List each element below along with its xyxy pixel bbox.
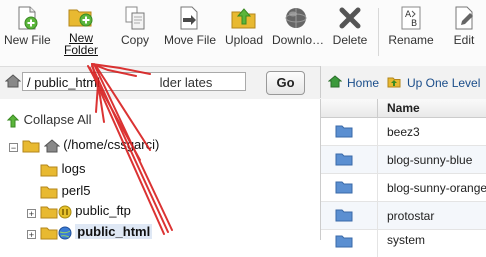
edit-label: Edit xyxy=(453,33,475,47)
file-list-header: Name xyxy=(321,99,486,118)
collapse-icon xyxy=(6,113,20,128)
column-divider xyxy=(377,146,378,173)
tree-root[interactable]: (/home/cssgarci) xyxy=(22,137,159,154)
copy-icon xyxy=(125,6,145,30)
tree-item[interactable]: logs xyxy=(40,161,85,178)
edit-icon xyxy=(455,6,473,30)
path-value: / public_html xyxy=(27,75,100,90)
name-column-header[interactable]: Name xyxy=(387,101,420,115)
copy-button[interactable]: Copy xyxy=(116,6,154,62)
table-row[interactable]: blog-sunny-orange xyxy=(321,174,486,202)
up-one-level-link[interactable]: Up One Level xyxy=(407,76,480,90)
download-label: Downlo… xyxy=(272,33,325,47)
home-folder-icon xyxy=(43,138,60,153)
rename-button[interactable]: A B Rename xyxy=(388,6,434,62)
directory-tree: Collapse All − (/home/cssgarci) logs per… xyxy=(0,99,320,240)
new-folder-button[interactable]: New Folder xyxy=(60,6,102,62)
new-file-label: New File xyxy=(4,33,51,47)
file-name: blog-sunny-orange xyxy=(387,181,486,195)
rename-label: Rename xyxy=(388,33,434,47)
file-list: Name beez3 blog-sunny-blue blog-sunny-or… xyxy=(320,99,486,257)
tree-expander[interactable]: + xyxy=(27,230,36,240)
file-name: protostar xyxy=(387,209,435,223)
file-name: blog-sunny-blue xyxy=(387,153,473,167)
delete-icon xyxy=(339,7,361,29)
svg-text:B: B xyxy=(411,19,417,29)
upload-icon xyxy=(231,8,256,29)
ftp-icon xyxy=(58,205,72,219)
move-file-icon xyxy=(180,6,198,30)
move-file-button[interactable]: Move File xyxy=(164,6,217,62)
path-input[interactable]: / public_html lder lates xyxy=(22,72,246,91)
tree-item-selected[interactable]: public_html xyxy=(40,224,153,241)
tree-expander-root[interactable]: − xyxy=(9,143,18,153)
rename-icon: A B xyxy=(401,6,421,30)
column-divider xyxy=(377,202,378,229)
file-name: system xyxy=(387,233,426,247)
folder-icon xyxy=(335,209,353,222)
path-obscured-text: lder lates xyxy=(159,75,213,90)
folder-icon xyxy=(335,235,353,248)
upload-button[interactable]: Upload xyxy=(224,6,264,62)
folder-icon xyxy=(40,227,58,240)
folder-icon xyxy=(40,164,58,177)
home-link[interactable]: Home xyxy=(347,76,379,90)
folder-open-icon xyxy=(22,140,40,153)
home-nav-icon xyxy=(328,75,342,88)
download-button[interactable]: Downlo… xyxy=(272,6,325,62)
column-divider xyxy=(377,230,378,257)
toolbar-separator xyxy=(378,8,379,56)
tree-item[interactable]: perl5 xyxy=(40,183,91,200)
tree-item-label: public_html xyxy=(75,224,153,239)
copy-label: Copy xyxy=(120,33,149,47)
tree-item-label: perl5 xyxy=(61,183,91,198)
tree-item[interactable]: public_ftp xyxy=(40,203,131,220)
column-divider xyxy=(377,99,378,117)
collapse-all-button[interactable]: Collapse All xyxy=(6,112,92,128)
file-list-nav: Home Up One Level xyxy=(320,66,486,98)
new-folder-label-line2: Folder xyxy=(63,43,98,57)
upload-label: Upload xyxy=(224,33,264,47)
new-folder-icon xyxy=(68,9,93,27)
tree-item-label: public_ftp xyxy=(75,203,131,218)
file-name: beez3 xyxy=(387,125,420,139)
table-row[interactable]: blog-sunny-blue xyxy=(321,146,486,174)
tree-root-label: (/home/cssgarci) xyxy=(63,137,160,152)
up-level-icon xyxy=(387,77,401,88)
folder-icon xyxy=(335,153,353,166)
download-icon xyxy=(285,8,307,28)
folder-icon xyxy=(335,181,353,194)
new-file-button[interactable]: New File xyxy=(4,6,51,62)
edit-button[interactable]: Edit xyxy=(448,6,480,62)
home-icon xyxy=(5,74,21,88)
collapse-all-label: Collapse All xyxy=(23,112,92,127)
folder-icon xyxy=(40,206,58,219)
new-file-icon xyxy=(18,6,38,30)
table-row[interactable]: protostar xyxy=(321,202,486,230)
tree-item-label: logs xyxy=(61,161,86,176)
folder-icon xyxy=(40,186,58,199)
tree-expander[interactable]: + xyxy=(27,209,36,219)
column-divider xyxy=(377,118,378,145)
delete-label: Delete xyxy=(332,33,368,47)
table-row[interactable]: beez3 xyxy=(321,118,486,146)
column-divider xyxy=(377,174,378,201)
go-button[interactable]: Go xyxy=(266,71,305,95)
folder-icon xyxy=(335,125,353,138)
globe-icon xyxy=(58,226,72,240)
table-row[interactable]: system xyxy=(321,230,486,257)
move-file-label: Move File xyxy=(164,33,217,47)
file-manager-toolbar: New File New Folder Copy Move File Uploa… xyxy=(0,0,486,66)
delete-button[interactable]: Delete xyxy=(330,6,370,62)
